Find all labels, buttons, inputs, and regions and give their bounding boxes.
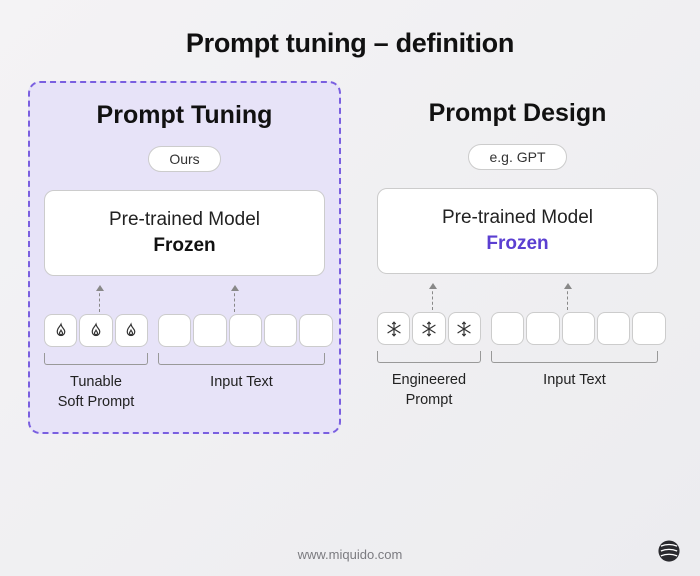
arrow-up-icon — [567, 286, 568, 310]
prompt-token — [79, 314, 112, 347]
input-token — [158, 314, 191, 347]
right-model-frozen: Frozen — [388, 233, 647, 255]
left-token-row — [44, 314, 325, 347]
page-title: Prompt tuning – definition — [0, 0, 700, 81]
right-model-line1: Pre-trained Model — [388, 207, 647, 229]
input-token — [299, 314, 332, 347]
left-model-frozen: Frozen — [55, 235, 314, 257]
right-prompt-tokens — [377, 312, 481, 345]
right-badge: e.g. GPT — [468, 144, 566, 170]
bracket-icon — [377, 351, 481, 363]
left-brackets — [44, 353, 325, 365]
snowflake-icon — [455, 320, 473, 338]
left-input-label: Input Text — [158, 373, 325, 412]
arrow-up-icon — [432, 286, 433, 310]
right-arrows — [377, 286, 658, 310]
prompt-token — [377, 312, 410, 345]
left-arrows — [44, 288, 325, 312]
miquido-logo-icon — [656, 538, 682, 564]
bracket-icon — [44, 353, 148, 365]
right-token-row — [377, 312, 658, 345]
right-prompt-label: Engineered Prompt — [377, 371, 481, 410]
input-token — [264, 314, 297, 347]
left-prompt-tokens — [44, 314, 148, 347]
prompt-design-panel: Prompt Design e.g. GPT Pre-trained Model… — [363, 81, 672, 434]
snowflake-icon — [385, 320, 403, 338]
diagram-columns: Prompt Tuning Ours Pre-trained Model Fro… — [0, 81, 700, 434]
input-token — [632, 312, 665, 345]
left-prompt-label: Tunable Soft Prompt — [44, 373, 148, 412]
right-labels: Engineered Prompt Input Text — [377, 371, 658, 410]
snowflake-icon — [420, 320, 438, 338]
arrow-up-icon — [234, 288, 235, 312]
prompt-token — [115, 314, 148, 347]
input-token — [562, 312, 595, 345]
input-token — [597, 312, 630, 345]
prompt-token — [44, 314, 77, 347]
input-token — [491, 312, 524, 345]
fire-icon — [52, 322, 70, 340]
left-heading: Prompt Tuning — [97, 101, 273, 130]
right-model-box: Pre-trained Model Frozen — [377, 188, 658, 274]
footer-url: www.miquido.com — [0, 547, 700, 562]
left-model-line1: Pre-trained Model — [55, 209, 314, 231]
right-heading: Prompt Design — [429, 99, 607, 128]
fire-icon — [87, 322, 105, 340]
bracket-icon — [158, 353, 325, 365]
right-input-label: Input Text — [491, 371, 658, 410]
prompt-token — [448, 312, 481, 345]
fire-icon — [122, 322, 140, 340]
left-badge: Ours — [148, 146, 220, 172]
left-labels: Tunable Soft Prompt Input Text — [44, 373, 325, 412]
prompt-tuning-panel: Prompt Tuning Ours Pre-trained Model Fro… — [28, 81, 341, 434]
prompt-token — [412, 312, 445, 345]
right-brackets — [377, 351, 658, 363]
input-token — [193, 314, 226, 347]
arrow-up-icon — [99, 288, 100, 312]
bracket-icon — [491, 351, 658, 363]
input-token — [229, 314, 262, 347]
left-input-tokens — [158, 314, 325, 347]
left-model-box: Pre-trained Model Frozen — [44, 190, 325, 276]
right-input-tokens — [491, 312, 658, 345]
input-token — [526, 312, 559, 345]
